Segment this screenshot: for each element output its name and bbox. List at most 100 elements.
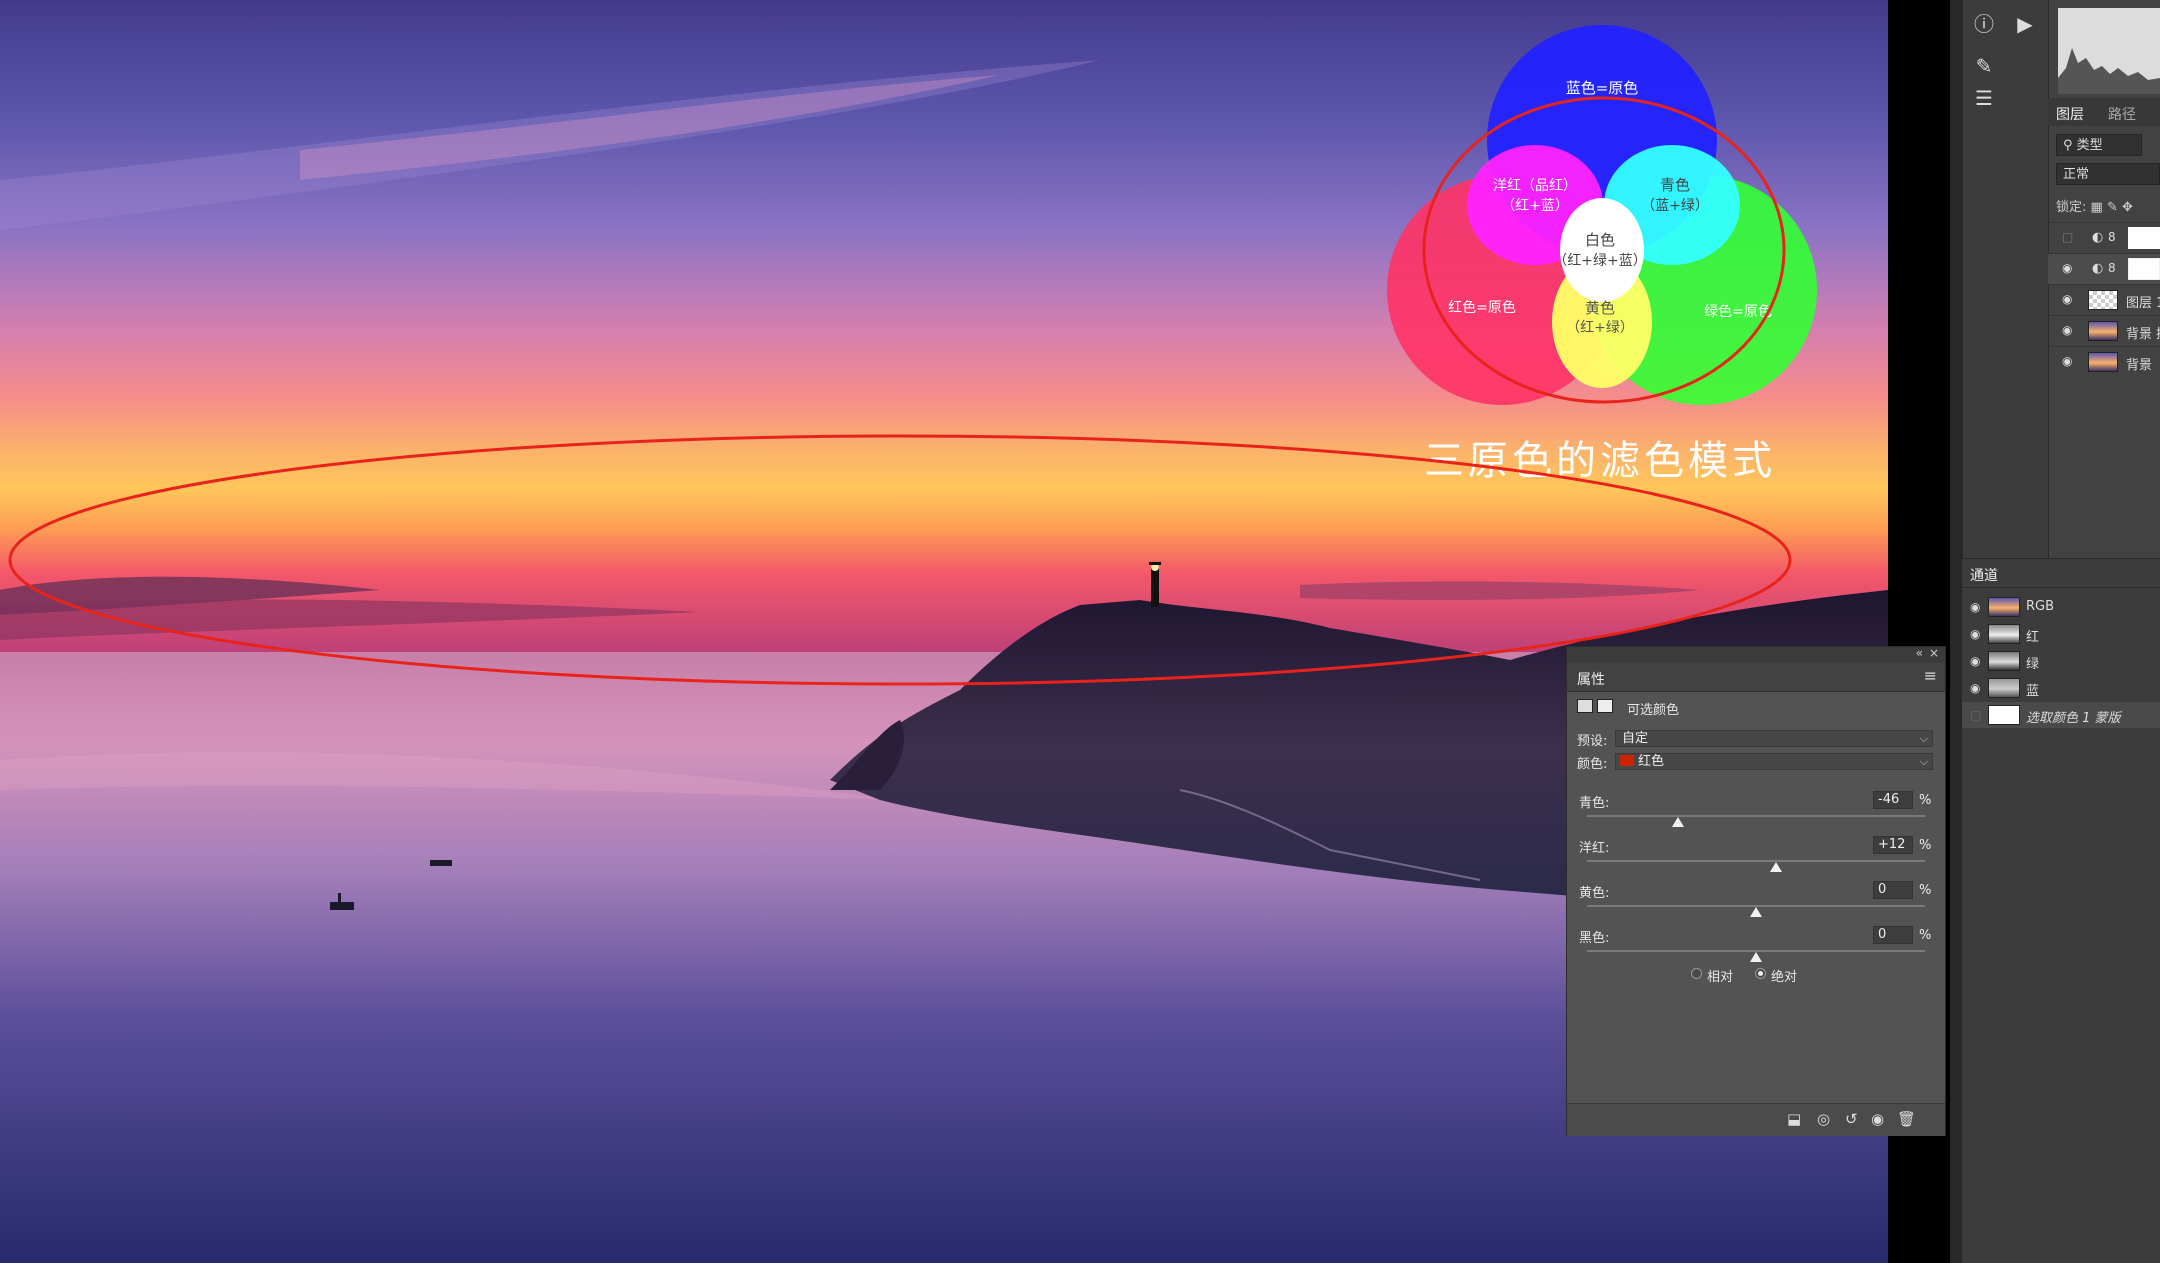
layer-thumbnail [2088, 352, 2118, 372]
cyan-value-input[interactable]: -46 [1873, 791, 1913, 809]
absolute-radio[interactable] [1755, 968, 1766, 979]
layer-row[interactable]: ◉ 图层 1 [2048, 284, 2160, 315]
absolute-label: 绝对 [1771, 970, 1798, 985]
channel-name: 红 [2026, 630, 2040, 645]
lock-transparent-icon[interactable]: ▦ [2091, 200, 2103, 215]
reset-icon[interactable]: ↺ [1845, 1110, 1858, 1128]
layer-mask-thumbnail [2128, 227, 2160, 249]
colors-select[interactable]: 红色 ⌵ [1615, 753, 1933, 770]
properties-titlebar: 属性 ≡ [1567, 663, 1945, 692]
chevron-down-icon: ⌵ [1919, 732, 1928, 745]
properties-title[interactable]: 属性 [1577, 669, 1605, 689]
eye-icon[interactable]: ◉ [1970, 682, 1982, 694]
channels-panel: 通道 ◉ RGB ◉ 红 ◉ 绿 ◉ 蓝 □ 选取颜色 1 蒙版 [1962, 558, 2160, 831]
chevron-down-icon: ⌵ [1919, 755, 1928, 768]
channel-name: 绿 [2026, 657, 2040, 672]
eye-icon[interactable]: ◉ [2062, 293, 2074, 305]
eye-icon[interactable]: ◉ [2062, 355, 2074, 367]
visibility-toggle-icon[interactable]: □ [2062, 231, 2074, 243]
link-icon: 8 [2108, 230, 2116, 244]
preset-value: 自定 [1622, 731, 1649, 746]
black-slider-thumb[interactable] [1750, 952, 1762, 962]
tab-layers[interactable]: 图层 [2056, 104, 2084, 124]
dock-separator [1950, 0, 1962, 1263]
magenta-slider-track[interactable] [1587, 860, 1925, 862]
tab-paths[interactable]: 路径 [2108, 104, 2136, 124]
layer-thumbnail [2088, 321, 2118, 341]
blend-mode-select[interactable]: 正常 [2056, 163, 2160, 185]
cyan-slider-thumb[interactable] [1672, 817, 1685, 827]
lock-label: 锁定: [2056, 200, 2087, 215]
layer-filter-select[interactable]: ⚲ 类型 [2056, 134, 2142, 156]
layer-row[interactable]: ◉ ◐ 8 [2048, 253, 2160, 284]
black-value-input[interactable]: 0 [1873, 926, 1913, 944]
channel-row[interactable]: ◉ 红 [1962, 621, 2160, 647]
collapse-icon[interactable]: « [1916, 646, 1923, 660]
relative-label: 相对 [1707, 970, 1734, 985]
layer-row[interactable]: ◉ 背景 [2048, 346, 2160, 377]
magenta-value-input[interactable]: +12 [1873, 836, 1913, 854]
brush-settings-icon[interactable]: ✎ [1968, 50, 2000, 82]
colors-value: 红色 [1638, 754, 1665, 769]
adjustment-type-icon[interactable] [1577, 699, 1593, 713]
channel-thumbnail [1988, 678, 2020, 698]
yellow-slider-thumb[interactable] [1750, 907, 1762, 917]
properties-panel: « × 属性 ≡ 可选颜色 预设: 自定 ⌵ 颜色: 红色 ⌵ 青色: -46 … [1566, 646, 1946, 1136]
channels-title[interactable]: 通道 [1970, 565, 1998, 585]
slider-label-magenta: 洋红: [1579, 841, 1610, 856]
channel-name: 蓝 [2026, 684, 2040, 699]
percent-sign: % [1919, 838, 1932, 853]
layer-name: 背景 拷贝 [2126, 327, 2160, 342]
slider-label-yellow: 黄色: [1579, 886, 1610, 901]
dock-empty-area [1962, 830, 2160, 1263]
layer-filter-value: 类型 [2076, 138, 2103, 153]
channel-row[interactable]: ◉ RGB [1962, 594, 2160, 620]
view-previous-icon[interactable]: ◎ [1817, 1110, 1830, 1128]
mask-icon[interactable] [1597, 699, 1613, 713]
slider-label-black: 黑色: [1579, 931, 1610, 946]
channel-row[interactable]: □ 选取颜色 1 蒙版 [1962, 702, 2160, 728]
magenta-slider-thumb[interactable] [1770, 862, 1783, 872]
adjustment-layer-icon: ◐ [2092, 261, 2104, 276]
channel-row[interactable]: ◉ 绿 [1962, 648, 2160, 674]
channel-thumbnail [1988, 651, 2020, 671]
lock-row: 锁定: ▦ ✎ ✥ [2056, 196, 2133, 215]
channel-row[interactable]: ◉ 蓝 [1962, 675, 2160, 701]
histogram-preview [2058, 8, 2160, 94]
yellow-value-input[interactable]: 0 [1873, 881, 1913, 899]
layer-row[interactable]: ◉ 背景 拷贝 [2048, 315, 2160, 346]
preset-label: 预设: [1577, 734, 1608, 749]
channel-thumbnail [1988, 705, 2020, 725]
layers-tab-row: 图层 路径 [2048, 98, 2160, 126]
adjustments-icon[interactable]: ☰ [1968, 82, 2000, 114]
clip-to-layer-icon[interactable]: ⬓ [1787, 1110, 1801, 1128]
eye-icon[interactable]: ◉ [1970, 601, 1982, 613]
channel-name: 选取颜色 1 蒙版 [2026, 711, 2121, 726]
relative-radio[interactable] [1691, 968, 1702, 979]
eye-icon[interactable]: ◉ [1970, 655, 1982, 667]
color-swatch [1620, 755, 1634, 766]
play-icon[interactable]: ▶ [2009, 8, 2041, 40]
lock-move-icon[interactable]: ✥ [2122, 200, 2133, 215]
layer-name: 背景 [2126, 358, 2153, 373]
panel-drag-bar[interactable]: « × [1567, 646, 1945, 663]
eye-icon[interactable]: ◉ [1871, 1110, 1884, 1128]
percent-sign: % [1919, 928, 1932, 943]
cyan-slider-track[interactable] [1587, 815, 1925, 817]
visibility-toggle-icon[interactable]: □ [1970, 709, 1982, 721]
close-icon[interactable]: × [1929, 646, 1939, 660]
preset-select[interactable]: 自定 ⌵ [1615, 730, 1933, 747]
layer-thumbnail [2088, 290, 2118, 310]
eye-icon[interactable]: ◉ [2062, 262, 2074, 274]
info-icon[interactable]: ⓘ [1968, 8, 2000, 40]
layer-row[interactable]: □ ◐ 8 [2048, 222, 2160, 253]
panel-menu-icon[interactable]: ≡ [1924, 666, 1937, 685]
eye-icon[interactable]: ◉ [1970, 628, 1982, 640]
channel-thumbnail [1988, 624, 2020, 644]
trash-icon[interactable]: 🗑 [1897, 1110, 1916, 1128]
panel-icon-column-2: ▶ [2004, 0, 2048, 560]
lock-paint-icon[interactable]: ✎ [2107, 200, 2118, 215]
eye-icon[interactable]: ◉ [2062, 324, 2074, 336]
layer-mask-thumbnail [2128, 258, 2160, 280]
channel-thumbnail [1988, 597, 2020, 617]
